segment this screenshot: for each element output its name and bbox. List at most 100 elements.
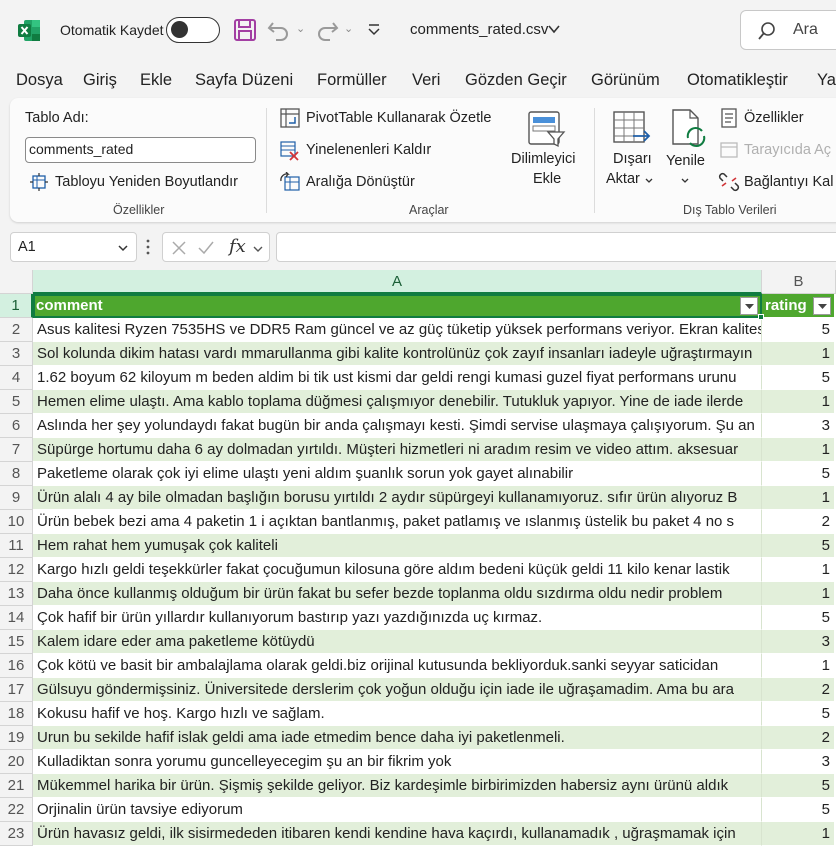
row-header[interactable]: 18: [0, 702, 33, 726]
rating-cell[interactable]: 1: [762, 822, 834, 846]
comment-cell[interactable]: Orjinalin ürün tavsiye ediyorum: [33, 798, 762, 822]
rating-cell[interactable]: 5: [762, 702, 834, 726]
row-header[interactable]: 1: [0, 294, 33, 318]
comment-cell[interactable]: Kargo hızlı geldi teşekkürler fakat çocu…: [33, 558, 762, 582]
remove-duplicates-button[interactable]: Yinelenenleri Kaldır: [306, 142, 431, 158]
formula-input[interactable]: [276, 232, 836, 262]
comment-cell[interactable]: Kulladiktan sonra yorumu guncelleyecegim…: [33, 750, 762, 774]
row-header[interactable]: 23: [0, 822, 33, 846]
rating-cell[interactable]: 5: [762, 366, 834, 390]
comment-cell[interactable]: Çok kötü ve basit bir ambalajlama olarak…: [33, 654, 762, 678]
column-header-a[interactable]: A: [33, 270, 762, 294]
chevron-down-icon[interactable]: [252, 243, 264, 255]
unlink-button[interactable]: Bağlantıyı Kal: [744, 174, 833, 190]
row-header[interactable]: 3: [0, 342, 33, 366]
rating-cell[interactable]: 2: [762, 510, 834, 534]
comment-cell[interactable]: 1.62 boyum 62 kiloyum m beden aldim bi t…: [33, 366, 762, 390]
redo-icon[interactable]: [314, 17, 340, 43]
row-header[interactable]: 4: [0, 366, 33, 390]
row-header[interactable]: 14: [0, 606, 33, 630]
row-header[interactable]: 11: [0, 534, 33, 558]
slicer-button-line2[interactable]: Ekle: [533, 171, 561, 187]
comment-cell[interactable]: Sol kolunda dikim hatası vardı mmarullan…: [33, 342, 762, 366]
rating-cell[interactable]: 5: [762, 318, 834, 342]
comment-cell[interactable]: Daha önce kullanmış olduğum bir ürün fak…: [33, 582, 762, 606]
rating-cell[interactable]: 5: [762, 462, 834, 486]
row-header[interactable]: 20: [0, 750, 33, 774]
undo-dropdown-icon[interactable]: ⌄: [296, 22, 305, 35]
row-header[interactable]: 7: [0, 438, 33, 462]
filename-chevron-icon[interactable]: [547, 22, 561, 36]
rating-cell[interactable]: 3: [762, 414, 834, 438]
tab-sayfa-duzeni[interactable]: Sayfa Düzeni: [195, 71, 293, 90]
comment-cell[interactable]: Kokusu hafif ve hoş. Kargo hızlı ve sağl…: [33, 702, 762, 726]
select-all-corner[interactable]: [0, 270, 33, 294]
row-header[interactable]: 6: [0, 414, 33, 438]
rating-cell[interactable]: 3: [762, 750, 834, 774]
comment-cell[interactable]: Aslında her şey yolundaydı fakat bugün b…: [33, 414, 762, 438]
header-cell-comment[interactable]: comment: [33, 294, 762, 318]
comment-cell[interactable]: Gülsuyu göndermişsiniz. Üniversitede der…: [33, 678, 762, 702]
save-icon[interactable]: [232, 17, 258, 43]
tab-gorunum[interactable]: Görünüm: [591, 71, 660, 90]
comment-cell[interactable]: Urun bu sekilde hafif islak geldi ama ia…: [33, 726, 762, 750]
confirm-icon[interactable]: [197, 240, 215, 256]
row-header[interactable]: 2: [0, 318, 33, 342]
file-name[interactable]: comments_rated.csv: [410, 21, 548, 38]
export-button-line1[interactable]: Dışarı: [613, 151, 652, 167]
comment-cell[interactable]: Süpürge hortumu daha 6 ay dolmadan yırtı…: [33, 438, 762, 462]
comment-cell[interactable]: Ürün bebek bezi ama 4 paketin 1 i açıkta…: [33, 510, 762, 534]
tab-ekle[interactable]: Ekle: [140, 71, 172, 90]
redo-dropdown-icon[interactable]: ⌄: [344, 22, 353, 35]
comment-cell[interactable]: Mükemmel harika bir ürün. Şişmiş şekilde…: [33, 774, 762, 798]
rating-cell[interactable]: 5: [762, 798, 834, 822]
tab-formuller[interactable]: Formüller: [317, 71, 387, 90]
rating-cell[interactable]: 1: [762, 390, 834, 414]
tab-yardim[interactable]: Ya: [817, 71, 836, 90]
rating-cell[interactable]: 2: [762, 678, 834, 702]
row-header[interactable]: 17: [0, 678, 33, 702]
comment-cell[interactable]: Çok hafif bir ürün yıllardır kullanıyoru…: [33, 606, 762, 630]
chevron-down-icon[interactable]: [117, 242, 129, 254]
rating-cell[interactable]: 1: [762, 342, 834, 366]
comment-cell[interactable]: Hem rahat hem yumuşak çok kaliteli: [33, 534, 762, 558]
row-header[interactable]: 15: [0, 630, 33, 654]
tab-dosya[interactable]: Dosya: [16, 71, 63, 90]
row-header[interactable]: 5: [0, 390, 33, 414]
autosave-toggle[interactable]: [166, 17, 220, 43]
undo-icon[interactable]: [266, 17, 292, 43]
properties-button[interactable]: Özellikler: [744, 110, 804, 126]
rating-cell[interactable]: 5: [762, 606, 834, 630]
tab-gozden-gecir[interactable]: Gözden Geçir: [465, 71, 567, 90]
rating-cell[interactable]: 1: [762, 486, 834, 510]
customize-qat-icon[interactable]: [365, 20, 383, 38]
refresh-chevron-icon[interactable]: [680, 176, 690, 186]
tab-giris[interactable]: Giriş: [83, 71, 117, 90]
tab-veri[interactable]: Veri: [412, 71, 440, 90]
rating-cell[interactable]: 1: [762, 582, 834, 606]
export-chevron-icon[interactable]: [644, 176, 654, 186]
row-header[interactable]: 10: [0, 510, 33, 534]
column-header-b[interactable]: B: [762, 270, 836, 294]
rating-cell[interactable]: 1: [762, 558, 834, 582]
comment-cell[interactable]: Paketleme olarak çok iyi elime ulaştı ye…: [33, 462, 762, 486]
name-box[interactable]: A1: [10, 232, 137, 262]
fill-handle[interactable]: [758, 314, 764, 320]
more-vertical-icon[interactable]: [145, 238, 151, 256]
row-header[interactable]: 9: [0, 486, 33, 510]
filter-dropdown-icon[interactable]: [740, 297, 758, 315]
row-header[interactable]: 22: [0, 798, 33, 822]
row-header[interactable]: 21: [0, 774, 33, 798]
rating-cell[interactable]: 3: [762, 630, 834, 654]
pivottable-button[interactable]: PivotTable Kullanarak Özetle: [306, 110, 491, 126]
row-header[interactable]: 8: [0, 462, 33, 486]
row-header[interactable]: 16: [0, 654, 33, 678]
rating-cell[interactable]: 2: [762, 726, 834, 750]
row-header[interactable]: 13: [0, 582, 33, 606]
tab-otomatiklestir[interactable]: Otomatikleştir: [687, 71, 788, 90]
cancel-icon[interactable]: [171, 240, 187, 256]
rating-cell[interactable]: 5: [762, 774, 834, 798]
table-name-input[interactable]: comments_rated: [25, 137, 256, 163]
comment-cell[interactable]: Ürün alalı 4 ay bile olmadan başlığın bo…: [33, 486, 762, 510]
slicer-button-line1[interactable]: Dilimleyici: [511, 151, 575, 167]
